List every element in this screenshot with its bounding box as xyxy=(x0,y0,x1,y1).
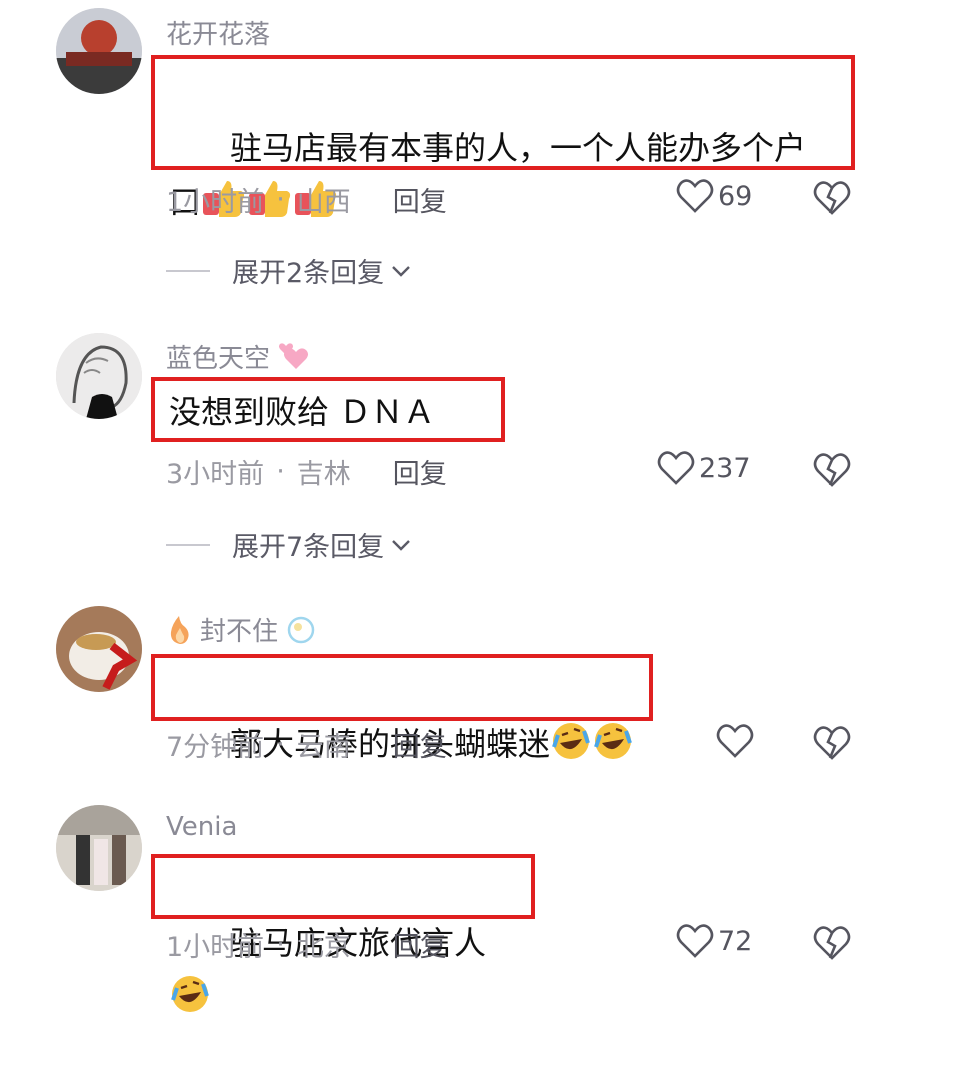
chevron-down-icon xyxy=(392,539,411,551)
username[interactable]: 封不住 xyxy=(200,611,278,648)
separator: · xyxy=(276,729,285,760)
dislike-button[interactable] xyxy=(813,452,851,492)
comment-meta: 1小时前 · 山西 回复 xyxy=(166,180,447,219)
reply-button[interactable]: 回复 xyxy=(393,725,447,764)
avatar[interactable] xyxy=(56,333,142,419)
divider xyxy=(166,543,210,546)
like-count: 237 xyxy=(699,452,751,484)
comment-body-highlight: 驻马店文旅代言人 xyxy=(151,854,535,1012)
expand-label: 展开7条回复 xyxy=(232,532,385,563)
comment-text: 没想到败给 ＤＮＡ xyxy=(169,393,436,431)
rofl-icon xyxy=(169,974,211,1030)
reply-button[interactable]: 回复 xyxy=(393,180,447,219)
username[interactable]: 蓝色天空 xyxy=(166,338,270,375)
reply-button[interactable]: 回复 xyxy=(393,452,447,491)
dislike-button[interactable] xyxy=(813,925,851,965)
timestamp: 1小时前 xyxy=(166,187,265,218)
heart-icon xyxy=(676,924,714,958)
separator: · xyxy=(276,456,285,487)
like-button[interactable] xyxy=(716,723,754,759)
expand-replies-button[interactable]: 展开7条回复 xyxy=(166,525,414,564)
separator: · xyxy=(276,184,285,215)
broken-heart-icon xyxy=(813,181,851,215)
heart-icon xyxy=(676,179,714,213)
like-button[interactable]: 72 xyxy=(676,923,752,959)
location: 北京 xyxy=(296,932,351,963)
avatar[interactable] xyxy=(56,606,142,692)
comment-text: 驻马店文旅代言人 xyxy=(169,862,517,1084)
dislike-button[interactable] xyxy=(813,180,851,220)
rofl-icon xyxy=(592,721,634,777)
dislike-button[interactable] xyxy=(813,725,851,765)
hearts-icon xyxy=(279,342,309,369)
username-row: 蓝色天空 xyxy=(166,338,312,375)
expand-label: 展开2条回复 xyxy=(232,258,385,289)
comment-body-highlight: 没想到败给 ＤＮＡ xyxy=(151,377,505,442)
comment-meta: 7分钟前 · 云南 回复 xyxy=(166,725,447,764)
location: 山西 xyxy=(296,187,351,218)
chevron-down-icon xyxy=(392,265,411,277)
comment-body-highlight: 驻马店最有本事的人，一个人能办多个户 口 xyxy=(151,55,855,221)
separator: · xyxy=(276,929,285,960)
comment-body-highlight: 郭大马棒的拼头蝴蝶迷 xyxy=(151,654,653,763)
reply-button[interactable]: 回复 xyxy=(393,925,447,964)
username[interactable]: 花开花落 xyxy=(166,14,270,51)
comment-meta: 1小时前 · 北京 回复 xyxy=(166,925,447,964)
location: 吉林 xyxy=(296,459,351,490)
username-row: 封不住 xyxy=(166,611,318,648)
like-count: 72 xyxy=(718,925,753,957)
heart-icon xyxy=(657,451,695,485)
avatar[interactable] xyxy=(56,805,142,891)
like-button[interactable]: 237 xyxy=(657,450,751,486)
rofl-icon xyxy=(550,721,592,777)
timestamp: 1小时前 xyxy=(166,932,265,963)
comment-meta: 3小时前 · 吉林 回复 xyxy=(166,452,447,491)
divider xyxy=(166,269,210,272)
broken-heart-icon xyxy=(813,453,851,487)
fire-icon xyxy=(170,615,189,644)
timestamp: 3小时前 xyxy=(166,459,265,490)
heart-icon xyxy=(716,724,754,758)
like-count: 69 xyxy=(718,180,753,212)
like-button[interactable]: 69 xyxy=(676,178,752,214)
timestamp: 7分钟前 xyxy=(166,732,265,763)
avatar[interactable] xyxy=(56,8,142,94)
username[interactable]: Venia xyxy=(166,812,237,842)
bubble-icon xyxy=(287,616,315,643)
broken-heart-icon xyxy=(813,926,851,960)
location: 云南 xyxy=(296,732,351,763)
expand-replies-button[interactable]: 展开2条回复 xyxy=(166,251,414,290)
broken-heart-icon xyxy=(813,726,851,760)
